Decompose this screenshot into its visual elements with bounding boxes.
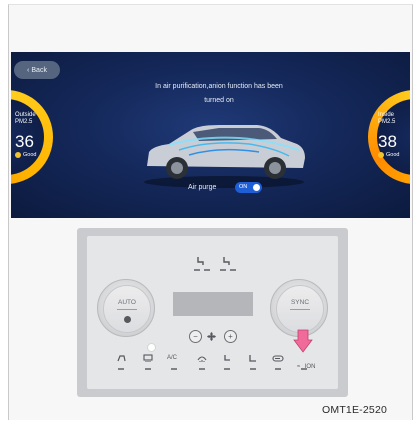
- pointer-arrow-icon: [293, 329, 313, 353]
- toggle-on-label: ON: [239, 184, 248, 190]
- toggle-knob: [253, 184, 260, 191]
- auto-label: AUTO: [118, 299, 136, 306]
- back-button-label: Back: [31, 66, 47, 74]
- outside-pm-value: 36: [15, 132, 34, 151]
- rear-defrost-button[interactable]: [143, 354, 153, 363]
- back-button[interactable]: ‹ Back: [14, 61, 60, 79]
- ion-icon: ≈: [297, 364, 301, 370]
- auto-temperature-knob[interactable]: AUTO: [97, 279, 155, 337]
- fan-up-button[interactable]: +: [224, 330, 237, 343]
- chevron-left-icon: ‹: [27, 66, 30, 74]
- air-intake-button[interactable]: [272, 354, 284, 363]
- seat-heat-right-icon[interactable]: [222, 256, 231, 266]
- indicator-light: [147, 343, 156, 352]
- ion-button[interactable]: ≈ ION: [297, 355, 315, 373]
- inside-label: Inside: [378, 112, 395, 118]
- sync-label: SYNC: [290, 299, 310, 306]
- status-message-line1: In air purification,anion function has b…: [155, 83, 283, 90]
- air-purge-toggle[interactable]: ON: [235, 182, 262, 193]
- plus-icon: +: [228, 332, 233, 341]
- climate-display: [173, 292, 253, 316]
- smile-icon: [15, 152, 21, 158]
- inside-pm25-gauge: Inside PM2.5 38 Good: [368, 90, 410, 184]
- inside-status: Good: [386, 152, 400, 158]
- smile-icon: [378, 152, 384, 158]
- inside-pm-label: PM2.5: [378, 119, 396, 125]
- inside-pm-value: 38: [378, 132, 397, 151]
- outside-status: Good: [23, 152, 37, 158]
- minus-icon: −: [193, 332, 198, 341]
- airflow-feet-button[interactable]: [248, 354, 257, 363]
- outside-pm25-gauge: Outside PM2.5 36 Good: [11, 90, 53, 184]
- seat-heat-left-icon[interactable]: [196, 256, 205, 266]
- outside-label: Outside: [15, 112, 36, 118]
- air-purge-label: Air purge: [188, 184, 217, 191]
- off-icon: [124, 316, 131, 323]
- airflow-face-button[interactable]: [223, 354, 232, 363]
- outside-pm-label: PM2.5: [15, 119, 33, 125]
- ac-button[interactable]: A/C: [167, 355, 177, 361]
- infotainment-screen: ‹ Back In air purification,anion functio…: [11, 52, 410, 218]
- figure-code: OMT1E-2520: [322, 404, 388, 416]
- recirculation-button[interactable]: [117, 354, 126, 363]
- fan-down-button[interactable]: −: [189, 330, 202, 343]
- fan-icon: [206, 331, 217, 342]
- car-airflow-illustration: [144, 125, 305, 188]
- front-defrost-button[interactable]: [197, 354, 207, 363]
- status-message-line2: turned on: [204, 97, 234, 104]
